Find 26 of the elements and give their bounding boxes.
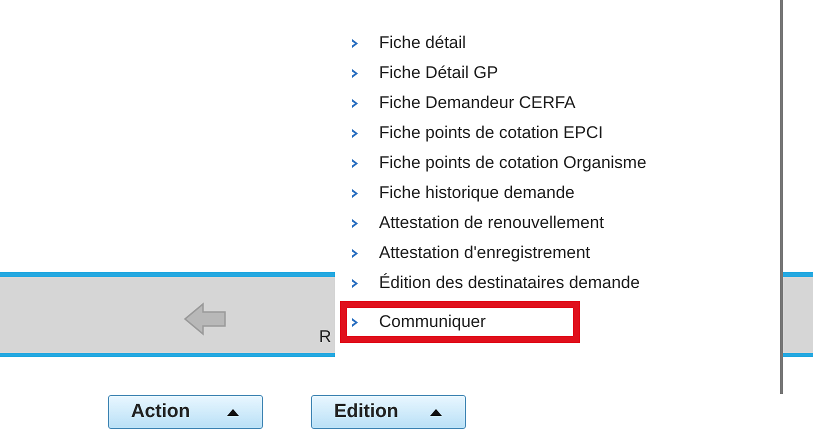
toolbar-label: R [319, 327, 332, 347]
chevron-icon [351, 316, 359, 328]
menu-item[interactable]: Édition des destinataires demande [335, 268, 660, 298]
chevron-icon [351, 128, 359, 138]
caret-icon [429, 408, 443, 416]
menu-item[interactable]: Fiche détail [335, 28, 486, 58]
dropdown-button[interactable]: Edition [311, 395, 466, 429]
chevron-icon [351, 68, 359, 78]
menu-item[interactable]: Fiche points de cotation EPCI [335, 118, 623, 148]
chevron-icon [351, 188, 359, 198]
chevron-icon [351, 98, 359, 108]
back-arrow-icon[interactable] [183, 302, 227, 336]
menu-item[interactable]: Communiquer [340, 301, 580, 343]
menu-item[interactable]: Fiche historique demande [335, 178, 595, 208]
menu-item[interactable]: Attestation d'enregistrement [335, 238, 610, 268]
chevron-icon [351, 278, 359, 288]
menu-item[interactable]: Fiche Détail GP [335, 58, 518, 88]
menu-item[interactable]: Attestation de renouvellement [335, 208, 624, 238]
chevron-icon [351, 248, 359, 258]
chevron-icon [351, 38, 359, 48]
caret-icon [226, 408, 240, 416]
menu-item[interactable]: Fiche Demandeur CERFA [335, 88, 596, 118]
chevron-icon [351, 158, 359, 168]
dropdown-button[interactable]: Action [108, 395, 263, 429]
chevron-icon [351, 218, 359, 228]
menu-item[interactable]: Fiche points de cotation Organisme [335, 148, 666, 178]
